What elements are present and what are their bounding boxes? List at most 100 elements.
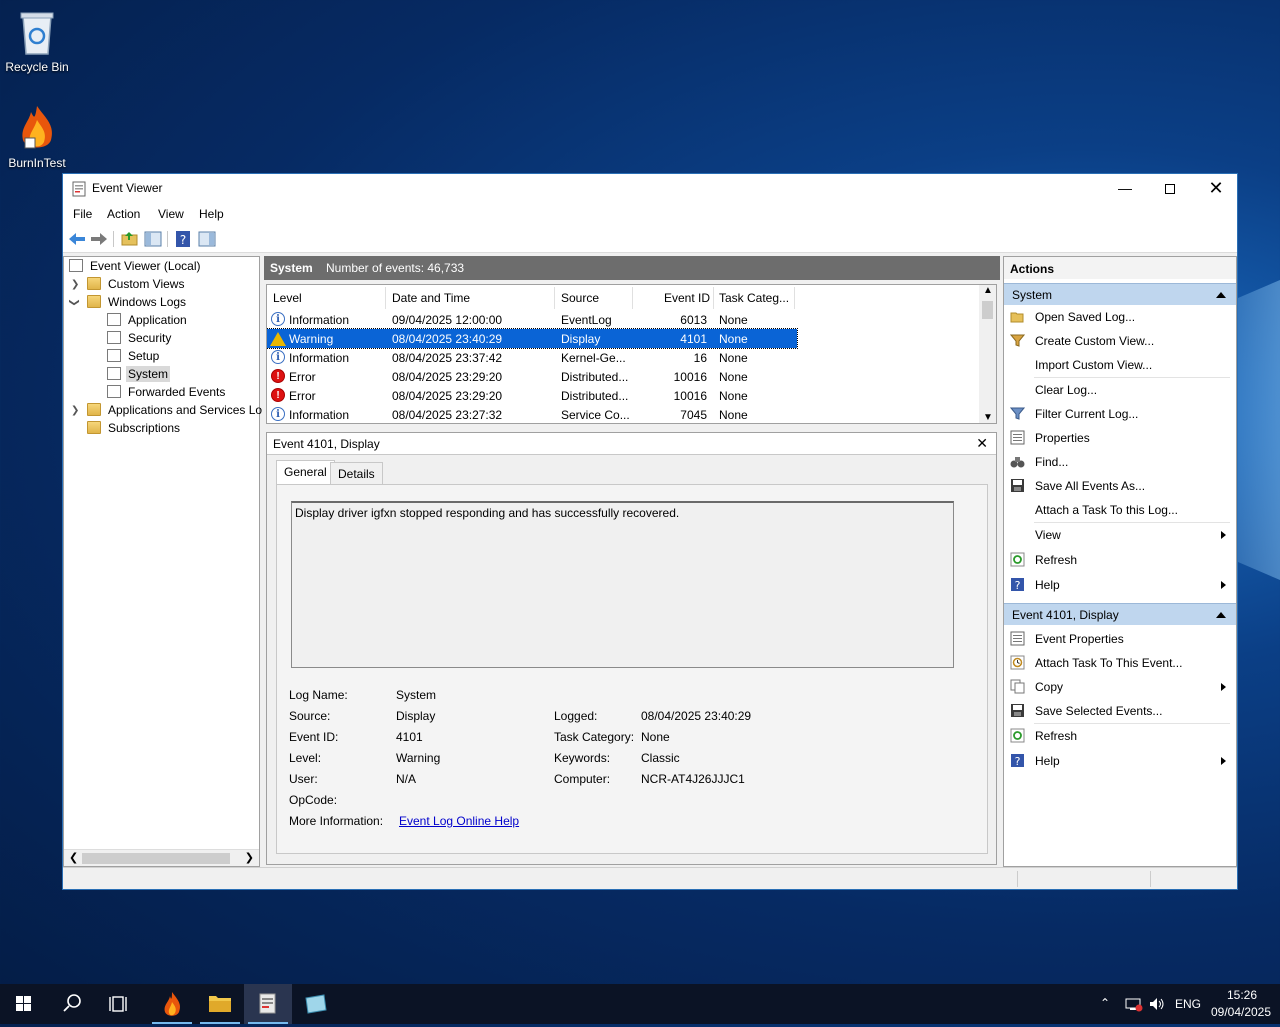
action-create-custom-view[interactable]: Create Custom View... [1004,329,1236,353]
scroll-down-icon[interactable]: ▼ [983,412,993,423]
tab-general[interactable]: General [276,460,335,485]
properties-icon [1010,631,1025,646]
event-row[interactable]: i Information 08/04/2025 23:37:42 Kernel… [267,348,797,367]
menu-action[interactable]: Action [107,207,140,221]
action-attach-task-to-event[interactable]: Attach Task To This Event... [1004,651,1236,675]
menu-view[interactable]: View [158,207,184,221]
windows-logs-collapse-icon[interactable]: ❯ [69,298,80,306]
back-arrow-icon[interactable] [67,230,87,248]
taskbar-burnintest[interactable] [148,984,196,1024]
action-open-saved-log[interactable]: Open Saved Log... [1004,305,1236,329]
action-import-custom-view[interactable]: Import Custom View... [1004,353,1236,377]
collapse-caret-icon[interactable] [1216,292,1226,298]
scroll-right-icon[interactable]: ❯ [245,851,254,864]
action-save-selected-events[interactable]: Save Selected Events... [1004,699,1236,723]
app-services-expand-icon[interactable]: ❯ [71,405,79,416]
menu-help[interactable]: Help [199,207,224,221]
forward-arrow-icon[interactable] [89,230,109,248]
action-help-event[interactable]: ? Help [1004,749,1236,773]
event-message-box[interactable]: Display driver igfxn stopped responding … [291,501,954,668]
tree-item-subscriptions[interactable]: Subscriptions [87,421,182,439]
scroll-thumb[interactable] [982,301,993,319]
action-refresh-event[interactable]: Refresh [1004,724,1236,748]
tree-horizontal-scrollbar[interactable]: ❮ ❯ [64,849,259,866]
scroll-up-icon[interactable]: ▲ [983,285,993,296]
search-button[interactable] [48,984,96,1024]
subscriptions-icon [87,421,101,434]
help-icon[interactable]: ? [173,230,193,248]
svg-text:?: ? [1015,579,1021,592]
column-event-id[interactable]: Event ID [664,291,710,305]
event-row[interactable]: ! Error 08/04/2025 23:29:20 Distributed.… [267,386,797,405]
tree-item-security[interactable]: Security [107,331,173,349]
recycle-bin-icon [15,8,59,56]
close-button[interactable]: ✕ [1193,174,1239,204]
clock-time[interactable]: 15:26 [1212,988,1272,1002]
start-button[interactable] [0,984,48,1024]
column-level[interactable]: Level [273,291,302,305]
event-row[interactable]: i Information 08/04/2025 23:27:32 Servic… [267,405,797,423]
action-view[interactable]: View [1004,523,1236,547]
events-list[interactable]: Level Date and Time Source Event ID Task… [266,284,997,424]
input-language[interactable]: ENG [1175,997,1201,1011]
maximize-button[interactable] [1147,174,1193,204]
event-row[interactable]: i Information 09/04/2025 12:00:00 EventL… [267,310,797,329]
action-find[interactable]: Find... [1004,450,1236,474]
column-task-category[interactable]: Task Categ... [719,291,789,305]
action-attach-task-to-log[interactable]: Attach a Task To this Log... [1004,498,1236,522]
title-bar[interactable]: Event Viewer — ✕ [63,174,1237,204]
scroll-left-icon[interactable]: ❮ [69,851,78,864]
tree-item-application[interactable]: Application [107,313,189,331]
action-save-all-events-as[interactable]: Save All Events As... [1004,474,1236,498]
action-refresh[interactable]: Refresh [1004,548,1236,572]
event-log-online-help-link[interactable]: Event Log Online Help [399,814,519,828]
log-name: System [270,261,313,275]
open-folder-icon[interactable] [120,230,140,248]
tree-item-custom-views[interactable]: Custom Views [87,277,186,295]
column-date-time[interactable]: Date and Time [392,291,470,305]
event-row[interactable]: ! Error 08/04/2025 23:29:20 Distributed.… [267,367,797,386]
tree-item-forwarded-events[interactable]: Forwarded Events [107,385,227,403]
action-properties[interactable]: Properties [1004,426,1236,450]
actions-section-event[interactable]: Event 4101, Display [1004,603,1236,625]
volume-icon[interactable] [1148,996,1166,1012]
collapse-caret-icon[interactable] [1216,612,1226,618]
tree-item-system[interactable]: System [107,366,171,385]
network-icon[interactable] [1125,996,1143,1012]
action-copy[interactable]: Copy [1004,675,1236,699]
console-tree[interactable]: Event Viewer (Local) ❯ Custom Views ❯ Wi… [63,256,262,867]
menu-file[interactable]: File [73,207,92,221]
close-detail-icon[interactable]: ✕ [976,435,988,452]
recycle-bin-desktop-icon[interactable]: Recycle Bin [0,8,74,74]
action-filter-current-log[interactable]: Filter Current Log... [1004,402,1236,426]
events-vertical-scrollbar[interactable]: ▲ ▼ [979,285,996,423]
tree-item-root[interactable]: Event Viewer (Local) [69,259,203,277]
tree-item-windows-logs[interactable]: Windows Logs [87,295,188,313]
taskbar-file-explorer[interactable] [196,984,244,1024]
action-help[interactable]: ? Help [1004,573,1236,597]
show-hide-console-tree-icon[interactable] [143,230,163,248]
information-icon: i [271,312,285,326]
clock-date[interactable]: 09/04/2025 [1205,1005,1277,1019]
log-header: System Number of events: 46,733 [264,256,1000,280]
show-hide-action-pane-icon[interactable] [197,230,217,248]
event-row-selected[interactable]: Warning 08/04/2025 23:40:29 Display 4101… [267,328,798,349]
filter-icon [1010,334,1025,347]
minimize-button[interactable]: — [1102,174,1148,204]
task-view-button[interactable] [96,984,144,1024]
event-viewer-window[interactable]: Event Viewer — ✕ File Action View Help ?… [62,173,1238,890]
scroll-thumb[interactable] [82,853,230,864]
submenu-arrow-icon [1221,757,1226,765]
tree-item-applications-and-services[interactable]: Applications and Services Lo [87,403,264,421]
show-hidden-icons-chevron[interactable]: ⌃ [1100,996,1110,1010]
tree-item-setup[interactable]: Setup [107,349,161,367]
action-clear-log[interactable]: Clear Log... [1004,378,1236,402]
column-source[interactable]: Source [561,291,599,305]
action-event-properties[interactable]: Event Properties [1004,627,1236,651]
custom-views-expand-icon[interactable]: ❯ [71,279,79,290]
actions-section-system[interactable]: System [1004,283,1236,305]
burnintest-desktop-icon[interactable]: BurnInTest [0,104,74,170]
taskbar-app[interactable] [292,984,340,1024]
tab-details[interactable]: Details [330,462,383,484]
taskbar-event-viewer[interactable] [244,984,292,1024]
